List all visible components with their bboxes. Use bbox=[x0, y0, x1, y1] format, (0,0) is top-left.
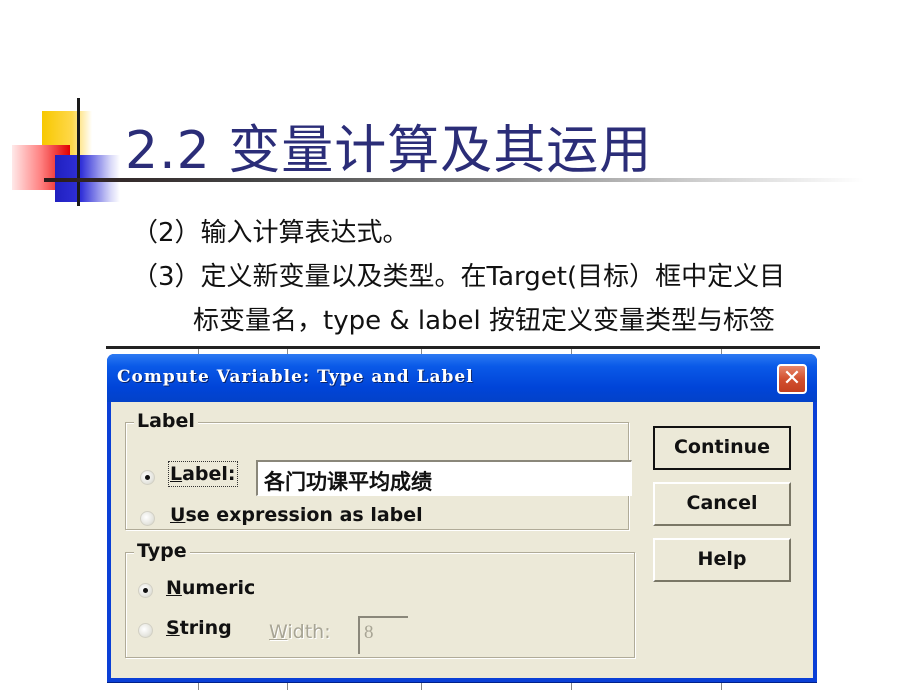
dialog-title: Compute Variable: Type and Label bbox=[117, 367, 474, 387]
slide-title: 2.2 变量计算及其运用 bbox=[125, 121, 653, 181]
string-label[interactable]: String bbox=[166, 617, 232, 639]
label-group-legend: Label bbox=[134, 410, 198, 432]
numeric-radio[interactable] bbox=[138, 583, 153, 598]
label-input[interactable]: 各门功课平均成绩 bbox=[256, 460, 632, 496]
width-rest: idth: bbox=[287, 621, 331, 643]
use-expression-rest: se expression as label bbox=[185, 504, 423, 526]
help-button[interactable]: Help bbox=[653, 538, 791, 582]
label-mnemonic: L bbox=[170, 463, 183, 485]
close-icon: ✕ bbox=[782, 366, 802, 391]
label-radio[interactable] bbox=[140, 470, 155, 485]
numeric-label[interactable]: Numeric bbox=[166, 577, 255, 599]
use-expression-label[interactable]: Use expression as label bbox=[170, 504, 423, 526]
type-group-legend: Type bbox=[134, 540, 190, 562]
compute-variable-type-label-dialog: Compute Variable: Type and Label ✕ Label… bbox=[107, 354, 817, 682]
numeric-rest: umeric bbox=[181, 577, 256, 599]
label-rest: abel: bbox=[182, 463, 236, 485]
body-line-1: （2）输入计算表达式。 bbox=[132, 218, 409, 248]
string-radio[interactable] bbox=[138, 623, 153, 638]
dialog-titlebar[interactable]: Compute Variable: Type and Label ✕ bbox=[107, 354, 817, 402]
label-groupbox: Label Label: 各门功课平均成绩 Use expression as … bbox=[125, 410, 632, 530]
width-mnemonic: W bbox=[269, 621, 288, 643]
numeric-mnemonic: N bbox=[166, 577, 182, 599]
use-expression-mnemonic: U bbox=[170, 504, 186, 526]
label-radio-label[interactable]: Label: bbox=[168, 461, 238, 487]
dialog-client-area: Label Label: 各门功课平均成绩 Use expression as … bbox=[111, 402, 813, 678]
logo-vertical-line bbox=[77, 98, 80, 206]
background-table-top-border bbox=[106, 346, 820, 349]
body-line-3: 标变量名，type & label 按钮定义变量类型与标签 bbox=[193, 306, 776, 336]
string-mnemonic: S bbox=[166, 617, 180, 639]
string-rest: tring bbox=[179, 617, 232, 639]
use-expression-radio[interactable] bbox=[140, 511, 155, 526]
width-label: Width: bbox=[269, 621, 331, 643]
cancel-button[interactable]: Cancel bbox=[653, 482, 791, 526]
continue-button[interactable]: Continue bbox=[653, 426, 791, 470]
body-line-2: （3）定义新变量以及类型。在Target(目标）框中定义目 bbox=[132, 262, 786, 292]
close-button[interactable]: ✕ bbox=[777, 364, 807, 394]
width-input[interactable]: 8 bbox=[358, 616, 408, 654]
